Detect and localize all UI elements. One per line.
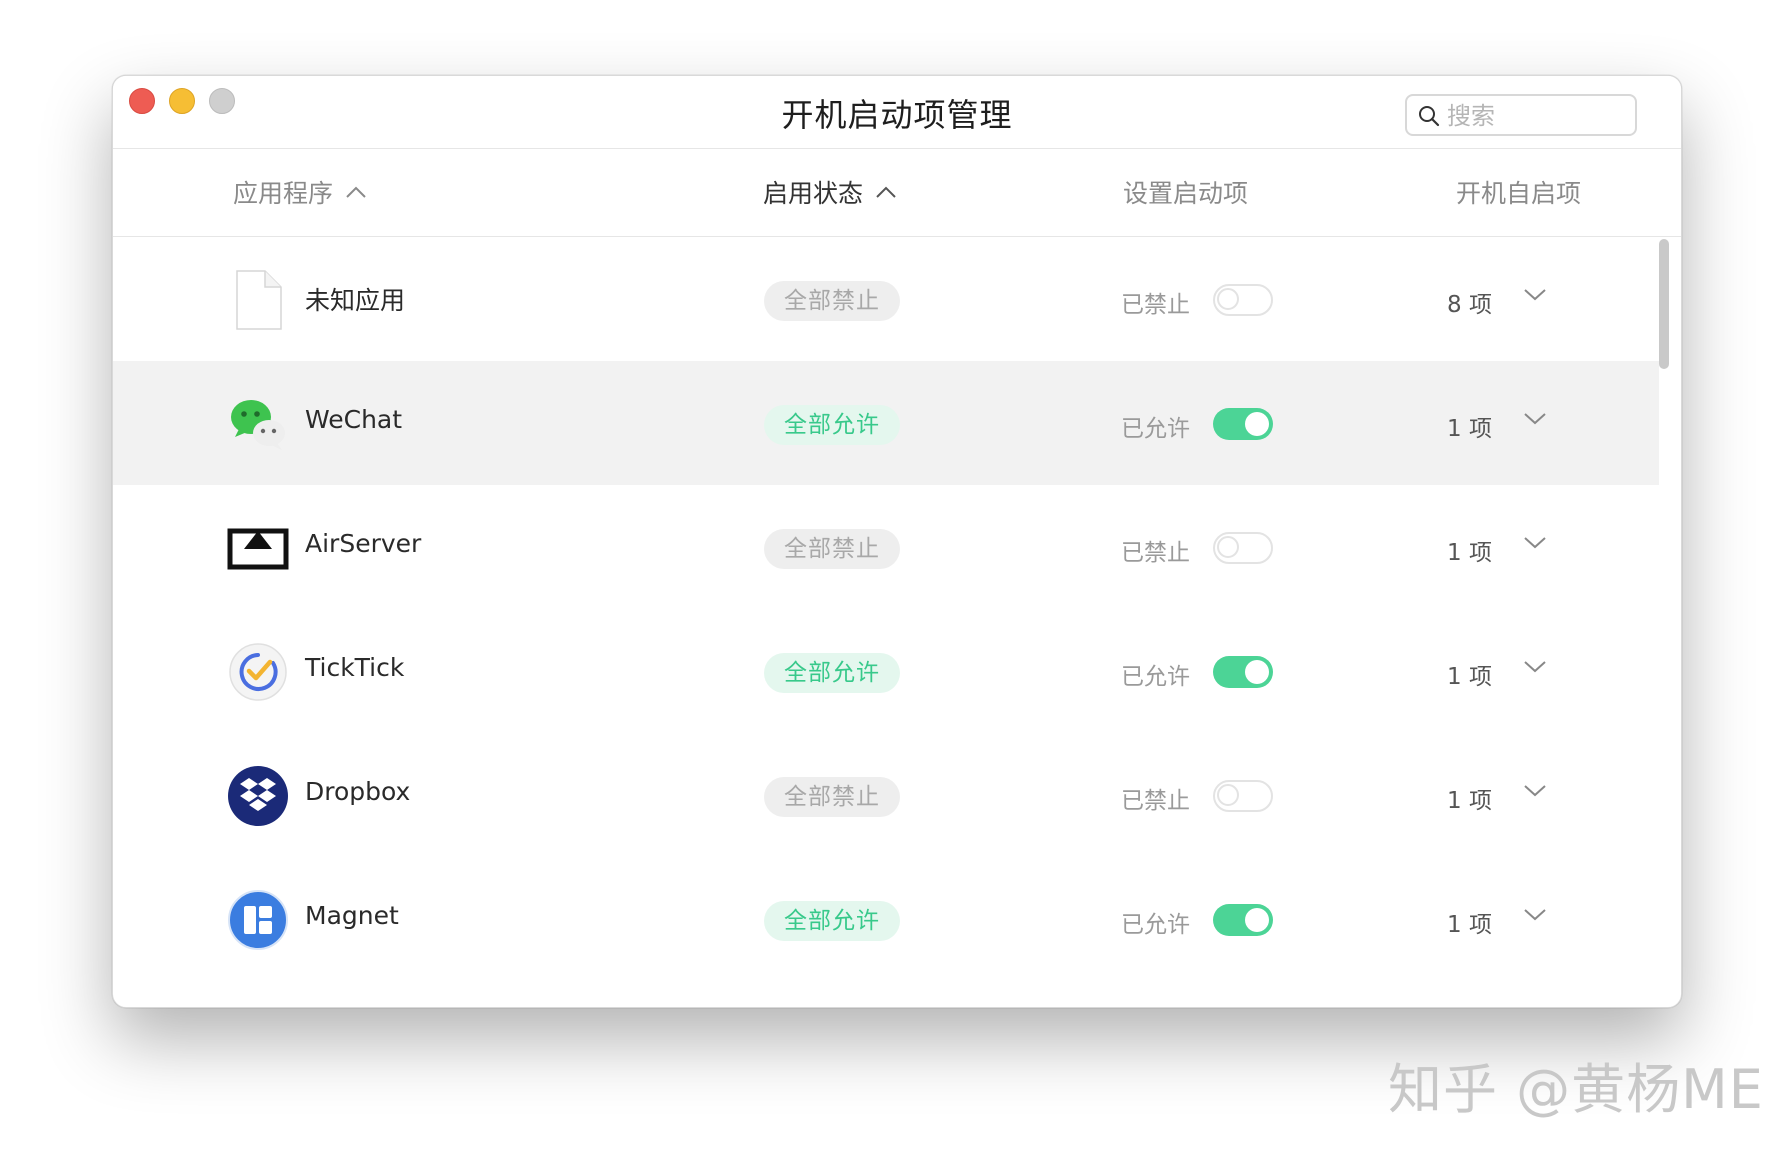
column-header-boot-label: 开机自启项 xyxy=(1456,179,1582,208)
startup-toggle[interactable] xyxy=(1213,532,1273,564)
startup-toggle[interactable] xyxy=(1213,408,1273,440)
table-row[interactable]: Magnet 全部允许 已允许 1 项 xyxy=(113,857,1659,981)
status-badge[interactable]: 全部允许 xyxy=(764,901,900,941)
toggle-knob xyxy=(1217,536,1239,558)
app-name: TickTick xyxy=(305,653,405,682)
app-name: AirServer xyxy=(305,529,422,558)
column-header-status-label: 启用状态 xyxy=(763,179,864,208)
dropbox-icon xyxy=(227,765,289,827)
sort-up-icon xyxy=(346,186,366,198)
startup-state-label: 已允许 xyxy=(1121,416,1190,442)
search-box[interactable] xyxy=(1405,94,1637,136)
status-badge[interactable]: 全部允许 xyxy=(764,405,900,445)
chevron-down-icon[interactable] xyxy=(1523,659,1547,675)
column-header-setting-label: 设置启动项 xyxy=(1123,179,1249,208)
document-icon xyxy=(227,269,289,331)
status-badge[interactable]: 全部禁止 xyxy=(764,777,900,817)
startup-state-label: 已禁止 xyxy=(1121,540,1190,566)
airserver-icon xyxy=(227,517,289,579)
search-icon xyxy=(1419,106,1440,127)
column-header-boot: 开机自启项 xyxy=(1456,174,1581,210)
status-badge[interactable]: 全部禁止 xyxy=(764,281,900,321)
startup-state-label: 已禁止 xyxy=(1121,292,1190,318)
startup-toggle[interactable] xyxy=(1213,656,1273,688)
app-name: 未知应用 xyxy=(305,286,406,315)
search-input[interactable] xyxy=(1445,98,1629,134)
toggle-knob xyxy=(1245,412,1269,436)
status-badge[interactable]: 全部禁止 xyxy=(764,529,900,569)
table-row[interactable]: WeChat 全部允许 已允许 1 项 xyxy=(113,361,1659,485)
chevron-down-icon[interactable] xyxy=(1523,287,1547,303)
table-row[interactable]: TickTick 全部允许 已允许 1 项 xyxy=(113,609,1659,733)
column-header-app-label: 应用程序 xyxy=(233,179,334,208)
app-list: 未知应用 全部禁止 已禁止 8 项 WeChat 全部允许 已允许 1 项 Ai… xyxy=(113,237,1659,981)
app-name: Magnet xyxy=(305,901,399,930)
startup-item-count: 1 项 xyxy=(1447,416,1492,442)
startup-toggle[interactable] xyxy=(1213,284,1273,316)
chevron-down-icon[interactable] xyxy=(1523,907,1547,923)
startup-toggle[interactable] xyxy=(1213,780,1273,812)
toggle-knob xyxy=(1245,908,1269,932)
startup-item-count: 1 项 xyxy=(1447,664,1492,690)
column-header-app[interactable]: 应用程序 xyxy=(233,174,367,210)
title-bar: 开机启动项管理 xyxy=(113,76,1681,149)
column-header-setting: 设置启动项 xyxy=(1123,174,1248,210)
magnet-icon xyxy=(227,889,289,951)
watermark-text: 知乎 @黄杨ME xyxy=(1388,1058,1764,1121)
table-row[interactable]: Dropbox 全部禁止 已禁止 1 项 xyxy=(113,733,1659,857)
startup-state-label: 已允许 xyxy=(1121,912,1190,938)
app-name: WeChat xyxy=(305,405,403,434)
table-header: 应用程序 启用状态 设置启动项 开机自启项 xyxy=(113,148,1681,237)
status-badge[interactable]: 全部允许 xyxy=(764,653,900,693)
scrollbar[interactable] xyxy=(1658,237,1670,1007)
app-name: Dropbox xyxy=(305,777,411,806)
startup-state-label: 已禁止 xyxy=(1121,788,1190,814)
column-header-status[interactable]: 启用状态 xyxy=(763,174,897,210)
chevron-down-icon[interactable] xyxy=(1523,783,1547,799)
chevron-down-icon[interactable] xyxy=(1523,411,1547,427)
table-row[interactable]: AirServer 全部禁止 已禁止 1 项 xyxy=(113,485,1659,609)
ticktick-icon xyxy=(227,641,289,703)
startup-item-count: 1 项 xyxy=(1447,540,1492,566)
startup-item-count: 8 项 xyxy=(1447,292,1492,318)
wechat-icon xyxy=(227,393,289,455)
startup-state-label: 已允许 xyxy=(1121,664,1190,690)
startup-toggle[interactable] xyxy=(1213,904,1273,936)
table-row[interactable]: 未知应用 全部禁止 已禁止 8 项 xyxy=(113,237,1659,361)
toggle-knob xyxy=(1245,660,1269,684)
startup-item-count: 1 项 xyxy=(1447,912,1492,938)
scrollbar-thumb[interactable] xyxy=(1659,239,1669,369)
toggle-knob xyxy=(1217,784,1239,806)
chevron-down-icon[interactable] xyxy=(1523,535,1547,551)
startup-manager-window: 开机启动项管理 应用程序 启用状态 设置启动项 开机自启项 xyxy=(112,75,1682,1008)
sort-up-icon xyxy=(876,186,896,198)
toggle-knob xyxy=(1217,288,1239,310)
startup-item-count: 1 项 xyxy=(1447,788,1492,814)
